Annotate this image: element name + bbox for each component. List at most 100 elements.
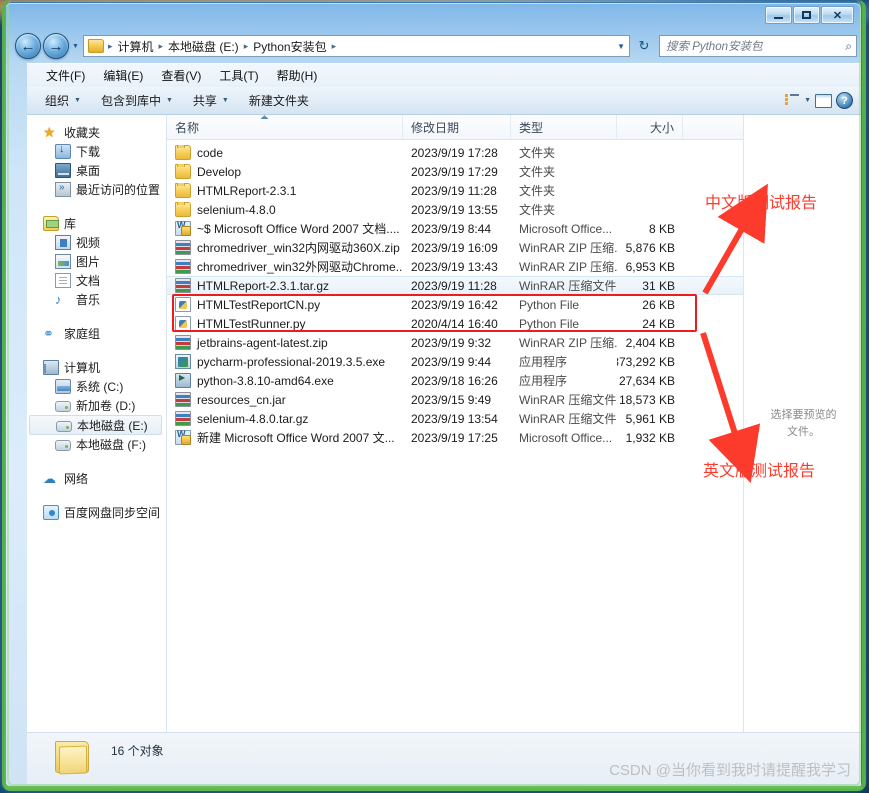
file-size-cell: 31 KB — [642, 278, 675, 293]
sidebar-item-label: 本地磁盘 (E:) — [77, 418, 148, 433]
sidebar-item-documents[interactable]: 文档 — [27, 271, 166, 290]
sidebar-item-downloads[interactable]: 下载 — [27, 142, 166, 161]
organize-button[interactable]: 组织 ▼ — [35, 89, 91, 112]
file-row[interactable]: Develop 2023/9/19 17:29 文件夹 — [167, 162, 743, 181]
item-count-label: 16 个对象 — [111, 744, 164, 758]
share-button[interactable]: 共享 ▼ — [183, 89, 239, 112]
column-header-type[interactable]: 类型 — [511, 115, 617, 139]
menu-view[interactable]: 查看(V) — [152, 65, 210, 86]
column-header-size[interactable]: 大小 — [617, 115, 683, 139]
file-row[interactable]: pycharm-professional-2019.3.5.exe 2023/9/… — [167, 352, 743, 371]
sidebar-item-libraries[interactable]: 库 — [27, 214, 166, 233]
file-size-cell: 6,953 KB — [625, 259, 675, 274]
new-folder-button[interactable]: 新建文件夹 — [239, 89, 319, 112]
file-size-cell: 2,404 KB — [625, 335, 675, 350]
file-name-cell: pycharm-professional-2019.3.5.exe — [167, 354, 403, 369]
menu-tools[interactable]: 工具(T) — [210, 65, 267, 86]
sidebar-item-drive-f[interactable]: 本地磁盘 (F:) — [27, 435, 166, 454]
back-arrow-icon: ← — [20, 37, 36, 55]
sidebar-item-recent-places[interactable]: 最近访问的位置 — [27, 180, 166, 199]
file-row[interactable]: jetbrains-agent-latest.zip 2023/9/19 9:32… — [167, 333, 743, 352]
file-name-label: HTMLTestRunner.py — [197, 316, 306, 331]
file-row[interactable]: 新建 Microsoft Office Word 2007 文... 2023/9… — [167, 428, 743, 447]
breadcrumb-separator: ▸ — [243, 40, 249, 51]
file-row[interactable]: selenium-4.8.0 2023/9/19 13:55 文件夹 — [167, 200, 743, 219]
sidebar-item-videos[interactable]: 视频 — [27, 233, 166, 252]
sidebar-item-drive-c[interactable]: 系统 (C:) — [27, 377, 166, 396]
column-header-label: 名称 — [175, 120, 200, 135]
breadcrumb-computer[interactable]: 计算机 — [114, 37, 156, 56]
forward-button[interactable]: → — [43, 33, 69, 59]
sidebar-item-baidu-netdisk[interactable]: 百度网盘同步空间 — [27, 503, 166, 522]
file-date-cell: 2023/9/19 17:25 — [411, 430, 498, 445]
sidebar-item-pictures[interactable]: 图片 — [27, 252, 166, 271]
file-row[interactable]: code 2023/9/19 17:28 文件夹 — [167, 143, 743, 162]
search-box[interactable]: 搜索 Python安装包 ⌕ — [659, 35, 857, 57]
nav-group-homegroup: ⚭ 家庭组 — [27, 324, 166, 343]
breadcrumb-python-folder[interactable]: Python安装包 — [250, 37, 329, 56]
menu-edit[interactable]: 编辑(E) — [94, 65, 152, 86]
sidebar-item-label: 家庭组 — [64, 327, 101, 341]
chevron-down-icon[interactable]: ▼ — [804, 97, 811, 104]
file-type-cell: 文件夹 — [519, 203, 556, 217]
sidebar-item-network[interactable]: ☁ 网络 — [27, 469, 166, 488]
sidebar-item-drive-d[interactable]: 新加卷 (D:) — [27, 396, 166, 415]
column-header-date[interactable]: 修改日期 — [403, 115, 511, 139]
folder-icon — [175, 145, 191, 160]
address-dropdown-icon[interactable]: ▼ — [617, 42, 625, 51]
sidebar-item-label: 视频 — [76, 236, 101, 250]
sidebar-item-music[interactable]: ♪ 音乐 — [27, 290, 166, 309]
sidebar-item-drive-e[interactable]: 本地磁盘 (E:) — [29, 415, 162, 435]
breadcrumb-drive-e[interactable]: 本地磁盘 (E:) — [165, 37, 242, 56]
menu-help[interactable]: 帮助(H) — [268, 65, 327, 86]
sidebar-item-computer[interactable]: 计算机 — [27, 358, 166, 377]
column-header-name[interactable]: 名称 — [167, 115, 403, 139]
include-in-library-label: 包含到库中 — [100, 94, 161, 108]
drive-icon — [55, 401, 71, 412]
change-view-icon[interactable] — [785, 94, 800, 107]
file-name-label: chromedriver_win32外网驱动Chrome.... — [197, 260, 403, 274]
folder-icon — [175, 164, 191, 179]
file-row[interactable]: HTMLTestRunner.py 2020/4/14 16:40 Python F… — [167, 314, 743, 333]
file-row[interactable]: python-3.8.10-amd64.exe 2023/9/18 16:26 应用… — [167, 371, 743, 390]
file-row[interactable]: chromedriver_win32内网驱动360X.zip 2023/9/19 … — [167, 238, 743, 257]
maximize-button[interactable] — [793, 6, 820, 24]
sidebar-item-desktop[interactable]: 桌面 — [27, 161, 166, 180]
preview-pane-toggle-icon[interactable] — [815, 93, 832, 108]
sidebar-item-label: 网络 — [64, 472, 89, 486]
nav-group-network: ☁ 网络 — [27, 469, 166, 488]
toolbar-right-group: ▼ ? — [785, 92, 861, 109]
sidebar-item-label: 音乐 — [76, 293, 101, 307]
file-row[interactable]: chromedriver_win32外网驱动Chrome.... 2023/9/1… — [167, 257, 743, 276]
refresh-button[interactable]: ↻ — [633, 35, 655, 57]
address-input[interactable]: ▸ 计算机 ▸ 本地磁盘 (E:) ▸ Python安装包 ▸ ▼ — [82, 35, 630, 57]
menu-file[interactable]: 文件(F) — [37, 65, 94, 86]
search-input[interactable]: 搜索 Python安装包 — [666, 38, 845, 54]
file-name-cell: HTMLTestRunner.py — [167, 316, 403, 331]
file-row[interactable]: ~$ Microsoft Office Word 2007 文档.... 2023… — [167, 219, 743, 238]
column-header-filler — [683, 115, 743, 139]
file-name-cell: jetbrains-agent-latest.zip — [167, 335, 403, 350]
close-button[interactable]: ✕ — [821, 6, 854, 24]
file-name-label: resources_cn.jar — [197, 392, 286, 407]
file-row[interactable]: HTMLTestReportCN.py 2023/9/19 16:42 Python… — [167, 295, 743, 314]
file-name-label: code — [197, 145, 224, 160]
sidebar-item-favorites[interactable]: ★ 收藏夹 — [27, 123, 166, 142]
sidebar-item-homegroup[interactable]: ⚭ 家庭组 — [27, 324, 166, 343]
file-row[interactable]: HTMLReport-2.3.1.tar.gz 2023/9/19 11:28 Wi… — [167, 276, 743, 295]
file-row[interactable]: resources_cn.jar 2023/9/15 9:49 WinRAR 压缩文… — [167, 390, 743, 409]
command-toolbar: 组织 ▼ 包含到库中 ▼ 共享 ▼ 新建文件夹 ▼ ? — [27, 87, 861, 115]
title-bar[interactable]: ✕ — [5, 3, 861, 29]
file-name-cell: selenium-4.8.0 — [167, 202, 403, 217]
help-icon[interactable]: ? — [836, 92, 853, 109]
include-in-library-button[interactable]: 包含到库中 ▼ — [91, 89, 183, 112]
minimize-button[interactable] — [765, 6, 792, 24]
file-row[interactable]: selenium-4.8.0.tar.gz 2023/9/19 13:54 WinR… — [167, 409, 743, 428]
file-row[interactable]: HTMLReport-2.3.1 2023/9/19 11:28 文件夹 — [167, 181, 743, 200]
file-name-cell: HTMLReport-2.3.1.tar.gz — [167, 278, 403, 293]
back-button[interactable]: ← — [15, 33, 41, 59]
file-name-label: Develop — [197, 164, 242, 179]
file-date-cell: 2023/9/18 16:26 — [411, 373, 498, 388]
recent-pages-button[interactable]: ▼ — [72, 43, 79, 50]
